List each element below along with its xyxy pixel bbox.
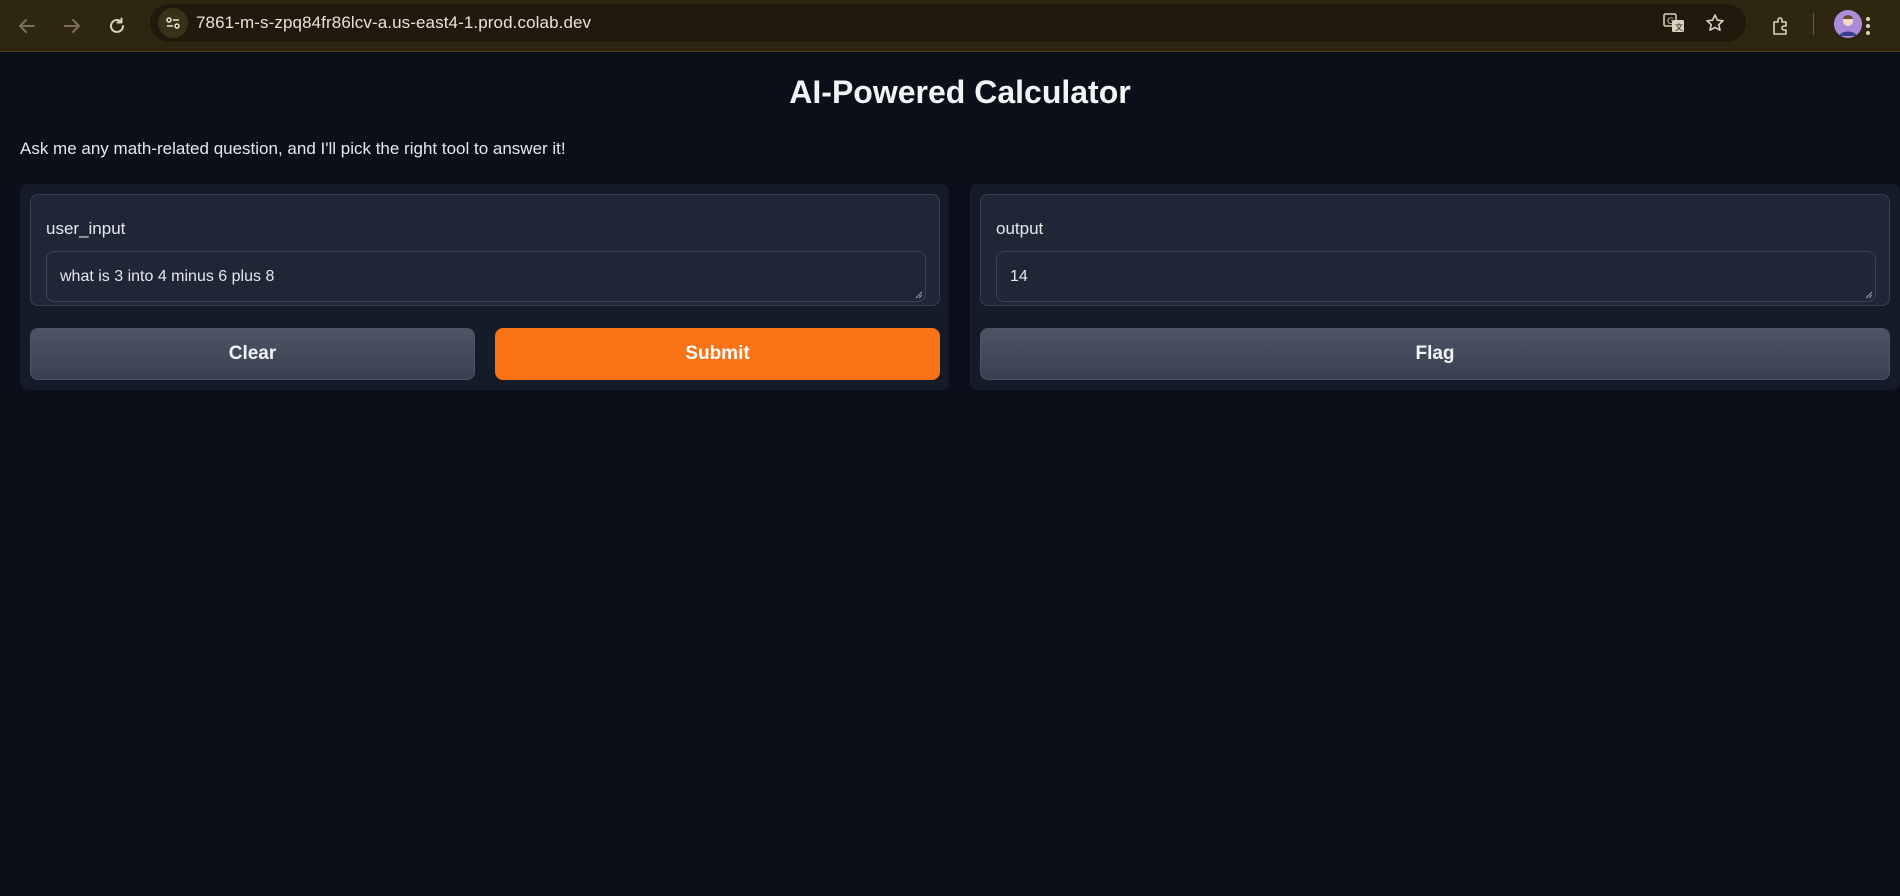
resize-grip-icon[interactable] <box>1865 291 1873 299</box>
browser-toolbar: 7861-m-s-zpq84fr86lcv-a.us-east4-1.prod.… <box>0 0 1900 52</box>
user-input-label: user_input <box>46 219 126 238</box>
submit-button[interactable]: Submit <box>495 328 940 380</box>
url-text[interactable]: 7861-m-s-zpq84fr86lcv-a.us-east4-1.prod.… <box>196 4 591 42</box>
user-input-textarea[interactable]: what is 3 into 4 minus 6 plus 8 <box>46 251 926 302</box>
translate-icon[interactable]: G文 <box>1662 12 1686 34</box>
reload-icon[interactable] <box>100 9 134 43</box>
site-info-icon[interactable] <box>158 8 188 38</box>
output-value: 14 <box>1010 268 1028 285</box>
user-input-block: user_input what is 3 into 4 minus 6 plus… <box>30 194 940 306</box>
page-title: AI-Powered Calculator <box>789 74 1131 110</box>
svg-text:文: 文 <box>1675 22 1683 32</box>
forward-icon[interactable] <box>55 9 89 43</box>
input-panel: user_input what is 3 into 4 minus 6 plus… <box>20 184 949 390</box>
toolbar-divider <box>1813 13 1814 35</box>
bookmark-star-icon[interactable] <box>1703 12 1727 34</box>
user-input-value: what is 3 into 4 minus 6 plus 8 <box>60 268 275 285</box>
menu-icon[interactable] <box>1858 9 1878 43</box>
flag-button[interactable]: Flag <box>980 328 1890 380</box>
clear-button[interactable]: Clear <box>30 328 475 380</box>
output-block: output 14 <box>980 194 1890 306</box>
address-bar[interactable]: 7861-m-s-zpq84fr86lcv-a.us-east4-1.prod.… <box>150 4 1746 42</box>
page-description: Ask me any math-related question, and I'… <box>20 139 566 158</box>
extensions-icon[interactable] <box>1764 9 1798 43</box>
back-icon[interactable] <box>10 9 44 43</box>
output-textarea[interactable]: 14 <box>996 251 1876 302</box>
output-panel: output 14 Flag <box>970 184 1900 390</box>
resize-grip-icon[interactable] <box>915 291 923 299</box>
output-label: output <box>996 219 1044 238</box>
